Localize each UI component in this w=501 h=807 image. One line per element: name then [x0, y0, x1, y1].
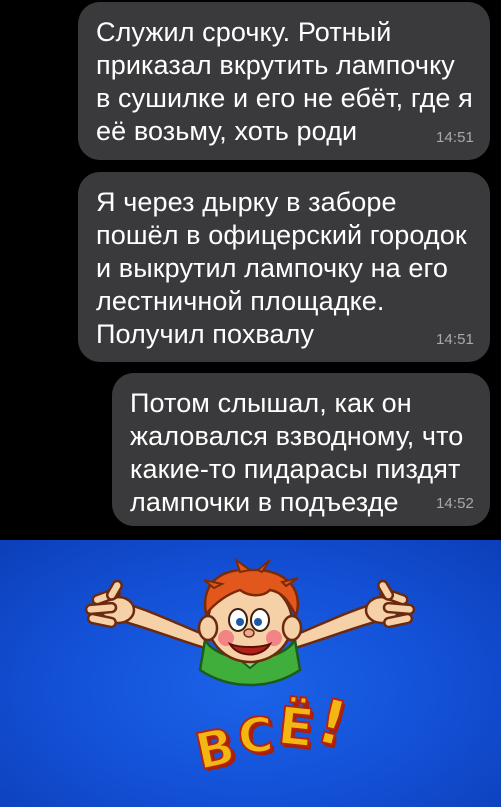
message-line: приказал вкрутить лампочку — [96, 50, 455, 80]
sticker-letter: С — [235, 706, 276, 766]
message-line: Я через дырку в заборе — [96, 187, 397, 217]
message-time: 14:51 — [435, 331, 474, 348]
message-line: в сушилке и его не ебёт, где я — [96, 83, 473, 113]
cartoon-boy-illustration — [84, 557, 416, 687]
message-line: Получил похвалу — [96, 319, 315, 349]
message-bubble-1[interactable]: Служил срочку. Ротный приказал вкрутить … — [78, 2, 490, 160]
message-line: лампочки в подъезде — [130, 487, 399, 517]
left-hand-icon — [84, 579, 136, 629]
message-line: Потом слышал, как он — [130, 388, 412, 418]
message-line: и выкрутил лампочку на его — [96, 253, 448, 283]
message-line: жаловался взводному, что — [130, 421, 464, 451]
message-line: пошёл в офицерский городок — [96, 220, 467, 250]
message-line: Служил срочку. Ротный — [96, 17, 392, 47]
message-line: её возьму, хоть роди — [96, 116, 358, 146]
cartoon-sticker: В С Ё ! — [0, 540, 501, 807]
message-time: 14:51 — [435, 129, 474, 146]
message-bubble-2[interactable]: Я через дырку в заборе пошёл в офицерски… — [78, 172, 490, 362]
message-line: какие-то пидарасы пиздят — [130, 454, 461, 484]
right-hand-icon — [364, 579, 416, 629]
message-time: 14:52 — [435, 495, 474, 512]
message-line: лестничной площадке. — [96, 286, 385, 316]
chat-thread: Служил срочку. Ротный приказал вкрутить … — [0, 0, 501, 540]
message-bubble-3[interactable]: Потом слышал, как он жаловался взводному… — [112, 373, 490, 526]
